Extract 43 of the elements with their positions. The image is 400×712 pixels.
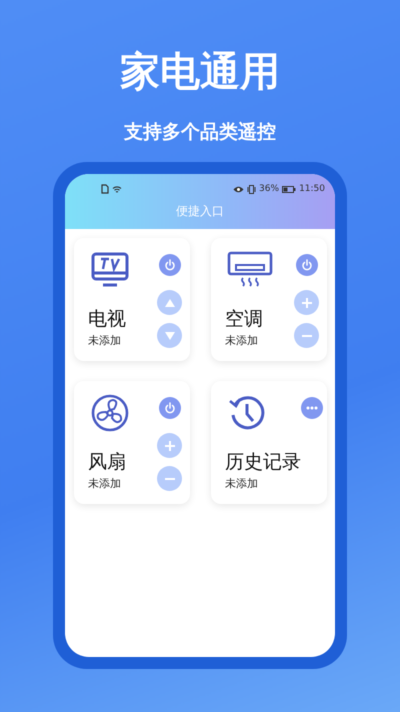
plus-button[interactable] <box>157 433 182 458</box>
plus-icon <box>164 440 176 452</box>
power-icon <box>300 259 312 271</box>
headline: 家电通用 <box>120 48 280 96</box>
device-name: 风扇 <box>88 451 126 473</box>
power-button[interactable] <box>158 254 180 276</box>
minus-icon <box>300 334 312 336</box>
fan-icon <box>90 393 130 433</box>
device-status: 未添加 <box>225 476 258 491</box>
plus-button[interactable] <box>294 290 319 315</box>
triangle-up-icon <box>164 298 176 308</box>
up-button[interactable] <box>157 290 182 315</box>
battery-icon <box>282 186 296 192</box>
device-name: 历史记录 <box>225 451 301 473</box>
battery-percent: 36% <box>259 184 280 194</box>
device-status: 未添加 <box>88 476 121 491</box>
more-icon <box>306 406 318 410</box>
device-card[interactable]: 风扇 未添加 <box>74 381 190 504</box>
sim-card-icon <box>101 184 109 194</box>
device-status: 未添加 <box>88 333 121 348</box>
power-button[interactable] <box>158 397 180 419</box>
device-name: 电视 <box>88 308 126 330</box>
screen-title: 便捷入口 <box>175 204 225 218</box>
device-card[interactable]: 历史记录 未添加 <box>211 381 327 504</box>
more-button[interactable] <box>301 397 323 419</box>
device-name: 空调 <box>225 308 263 330</box>
vibrate-icon <box>247 184 256 194</box>
power-button[interactable] <box>296 254 318 276</box>
minus-icon <box>164 478 176 480</box>
device-card[interactable]: 空调 未添加 <box>211 238 327 361</box>
subtitle: 支持多个品类遥控 <box>124 120 276 144</box>
minus-button[interactable] <box>157 466 182 491</box>
power-icon <box>164 402 176 414</box>
device-status: 未添加 <box>225 333 258 348</box>
eye-icon <box>233 186 244 192</box>
power-icon <box>164 259 176 271</box>
wifi-icon <box>112 184 122 194</box>
minus-button[interactable] <box>294 323 319 348</box>
device-card[interactable]: 电视 未添加 <box>74 238 190 361</box>
triangle-down-icon <box>164 330 176 340</box>
clock-time: 11:50 <box>299 184 325 194</box>
plus-icon <box>300 296 312 308</box>
down-button[interactable] <box>157 323 182 348</box>
